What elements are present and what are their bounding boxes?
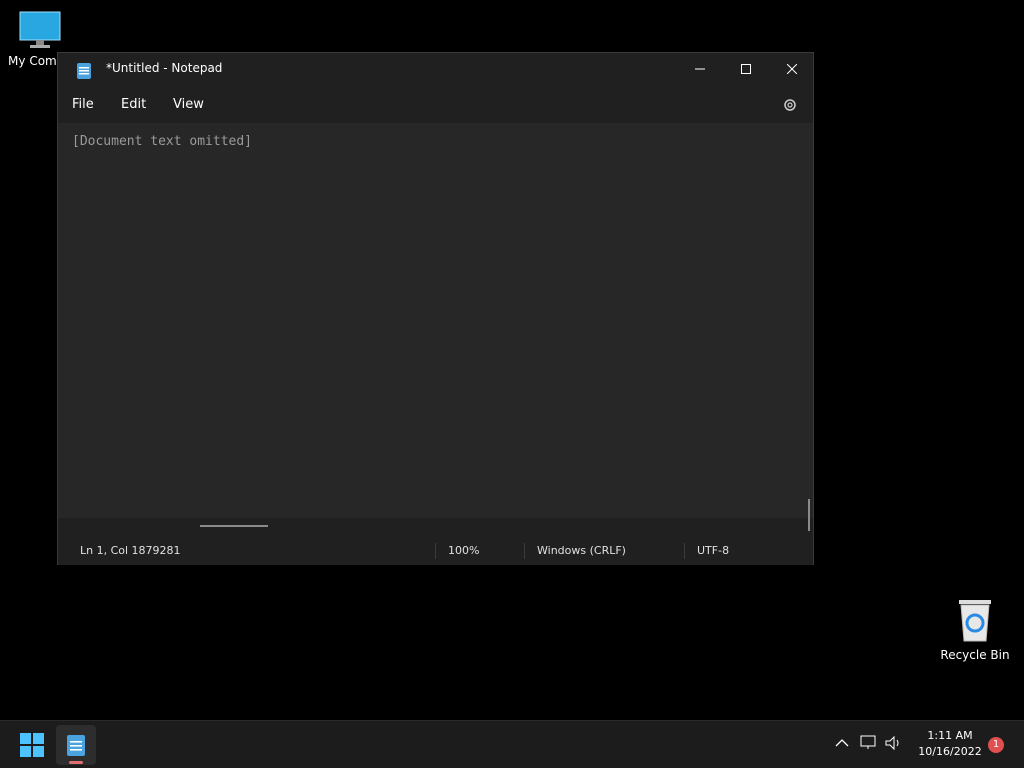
notepad-window: *Untitled - Notepad File Edit View [Docu… [57, 52, 814, 565]
status-divider [524, 543, 525, 559]
clock[interactable]: 1:11 AM 10/16/2022 [910, 728, 990, 760]
title-bar[interactable]: *Untitled - Notepad [58, 53, 813, 85]
windows-logo-icon [20, 733, 44, 757]
recycle-bin[interactable]: Recycle Bin [935, 596, 1015, 662]
taskbar-notepad[interactable] [56, 725, 96, 765]
volume-icon[interactable] [885, 735, 903, 751]
status-bar: Ln 1, Col 1879281 100% Windows (CRLF) UT… [58, 537, 813, 565]
running-indicator [69, 761, 83, 764]
zoom-level: 100% [448, 544, 480, 557]
vertical-scrollbar[interactable] [808, 499, 810, 531]
recycle-bin-label: Recycle Bin [940, 648, 1010, 662]
start-button[interactable] [12, 725, 52, 765]
recycle-bin-icon [959, 600, 991, 642]
taskbar: 1:11 AM 10/16/2022 1 [0, 720, 1024, 768]
horizontal-scrollbar[interactable] [200, 525, 268, 527]
close-icon [787, 64, 797, 74]
notification-badge[interactable]: 1 [988, 737, 1004, 753]
clock-date: 10/16/2022 [918, 745, 982, 758]
network-icon[interactable] [860, 735, 880, 751]
clock-time: 1:11 AM [927, 729, 973, 742]
editor-placeholder: [Document text omitted] [72, 134, 253, 149]
minimize-icon [695, 68, 705, 70]
menu-edit[interactable]: Edit [121, 97, 146, 112]
status-divider [684, 543, 685, 559]
line-ending: Windows (CRLF) [537, 544, 626, 557]
monitor-icon [19, 11, 61, 48]
status-divider [435, 543, 436, 559]
menu-file[interactable]: File [72, 97, 94, 112]
text-editor[interactable]: [Document text omitted] [58, 123, 813, 518]
window-title: *Untitled - Notepad [106, 61, 223, 75]
cursor-position: Ln 1, Col 1879281 [80, 544, 181, 557]
close-button[interactable] [769, 53, 815, 85]
notepad-icon [67, 735, 85, 756]
menu-bar: File Edit View [58, 89, 813, 121]
minimize-button[interactable] [677, 53, 723, 85]
maximize-icon [741, 64, 751, 74]
chevron-up-icon[interactable] [834, 735, 850, 751]
maximize-button[interactable] [723, 53, 769, 85]
gear-icon[interactable] [782, 97, 798, 113]
menu-view[interactable]: View [173, 97, 204, 112]
notepad-icon [77, 63, 91, 79]
encoding: UTF-8 [697, 544, 730, 557]
